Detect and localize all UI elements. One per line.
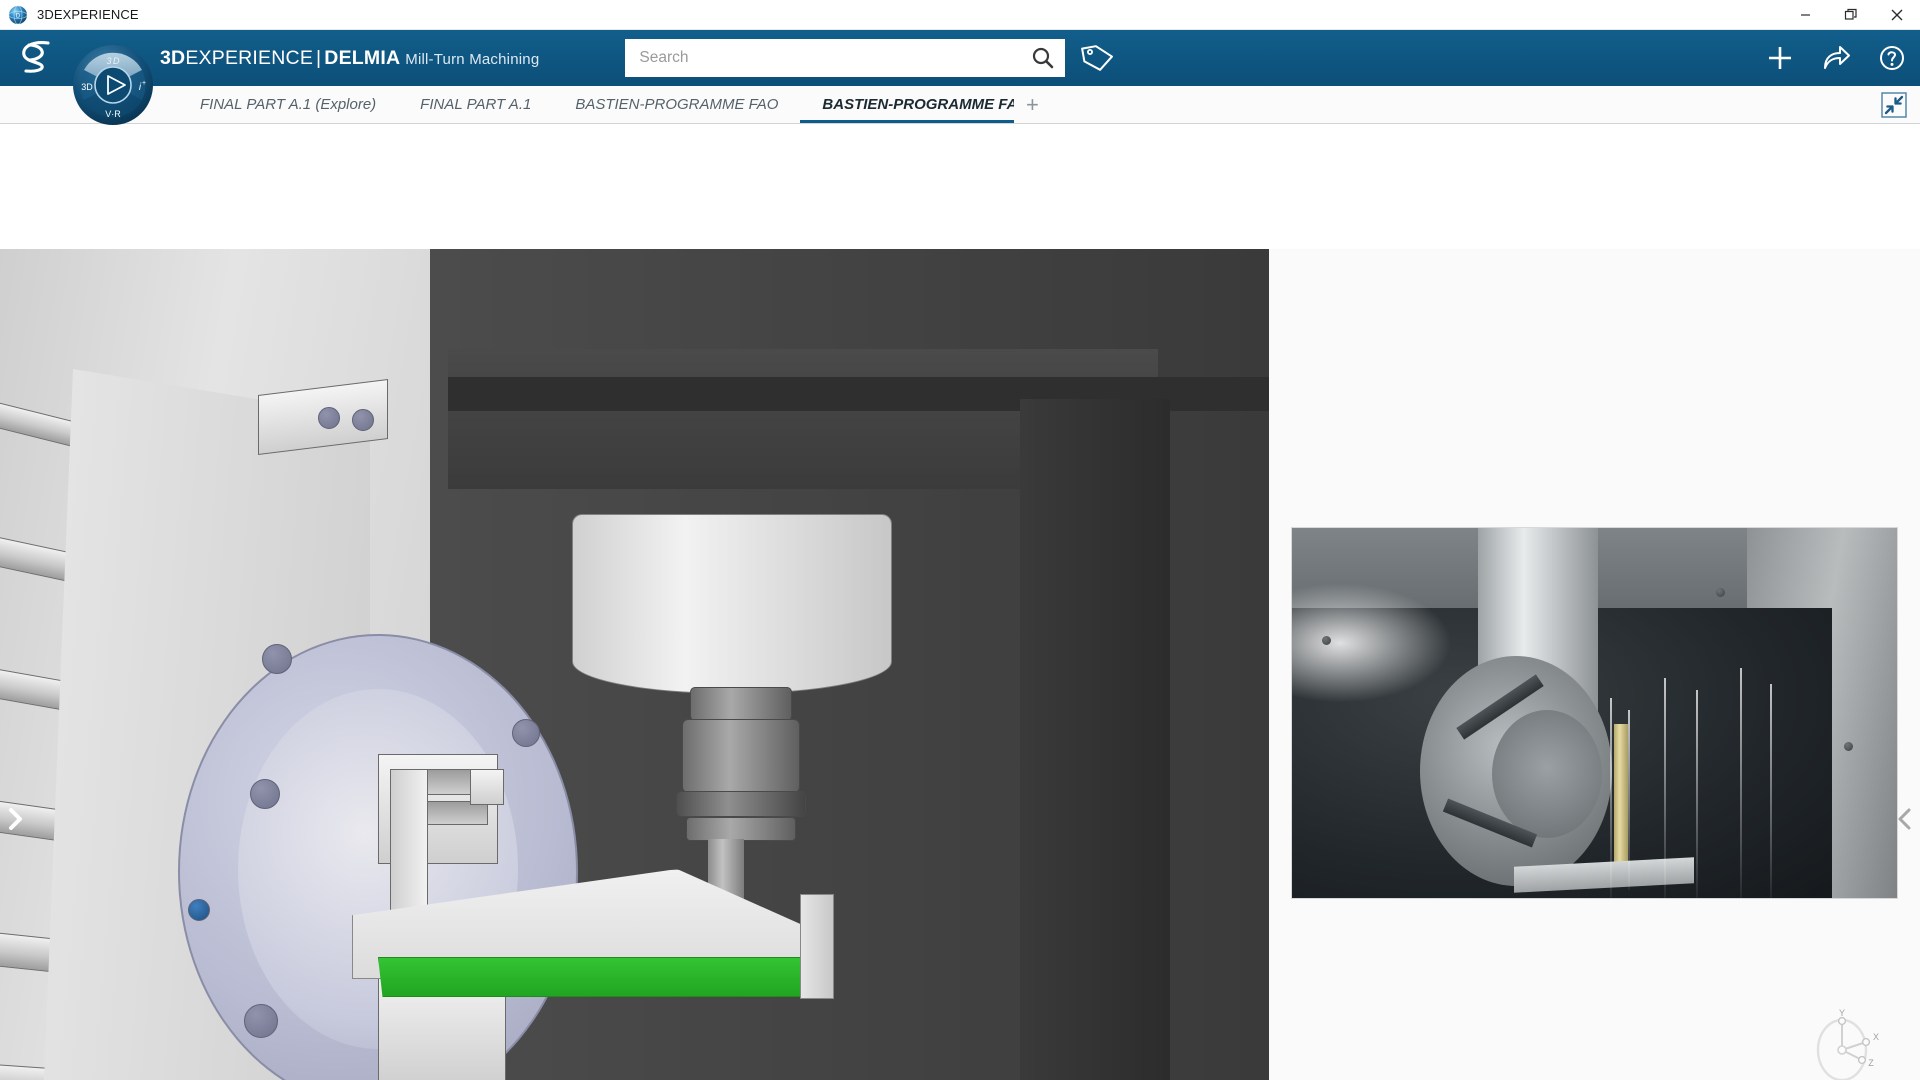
add-button[interactable]	[1752, 30, 1808, 86]
video-side-panel: Y X Z	[1269, 249, 1920, 1080]
tool-holder	[682, 719, 800, 793]
brand-experience: EXPERIENCE	[185, 46, 314, 69]
video-light-glare	[1292, 583, 1452, 703]
brand-app-name: Mill-Turn Machining	[405, 50, 540, 68]
3dexperience-globe-icon: D	[8, 5, 28, 25]
3dexperience-compass[interactable]: 3 D 3D i + V·R	[72, 44, 154, 126]
chuck-bolt	[512, 719, 540, 747]
search-input[interactable]	[625, 39, 1022, 77]
svg-text:+: +	[142, 80, 146, 87]
tab-label: BASTIEN-PROGRAMME FAO	[575, 96, 779, 113]
chuck-marker	[188, 899, 210, 921]
main-content: Y X Z Simulation	[0, 124, 1920, 1080]
restore-icon[interactable]	[1828, 0, 1874, 30]
chuck-bolt	[244, 1004, 278, 1038]
svg-text:3 D: 3 D	[106, 56, 120, 66]
workpiece-edge	[800, 894, 834, 999]
application-header-bar: 3 D 3D i + V·R 3DEXPERIENCE | DELMIA Mill-T…	[0, 30, 1920, 125]
add-tab-button[interactable]: +	[1014, 86, 1050, 123]
chuck-bolt	[250, 779, 280, 809]
tool-holder-collar	[686, 817, 796, 841]
axis-triad-icon: Y X Z	[1812, 1008, 1884, 1080]
machine-bolt	[318, 407, 340, 429]
tabbar-spacer	[1050, 86, 1868, 123]
video-coolant-stream	[1664, 678, 1666, 898]
video-chuck-face	[1492, 710, 1602, 838]
svg-text:Y: Y	[1839, 1008, 1845, 1018]
brand-title: 3DEXPERIENCE | DELMIA Mill-Turn Machining	[160, 47, 539, 70]
tag-icon[interactable]	[1071, 30, 1125, 86]
dassault-systemes-logo[interactable]	[10, 38, 68, 78]
brand-suite: DELMIA	[324, 46, 401, 69]
tab-bastien-programme-fa-active[interactable]: BASTIEN-PROGRAMME FA	[800, 86, 1015, 123]
tab-label: FINAL PART A.1 (Explore)	[200, 96, 377, 113]
machine-column	[1020, 399, 1170, 1080]
document-tab-bar: FINAL PART A.1 (Explore) FINAL PART A.1 …	[0, 86, 1920, 124]
close-icon[interactable]	[1874, 0, 1920, 30]
video-cutting-tool	[1614, 724, 1628, 874]
minimize-icon[interactable]	[1782, 0, 1828, 30]
workpiece-stock-green[interactable]	[378, 957, 828, 997]
workspace-stage: Y X Z	[0, 249, 1920, 1080]
svg-text:V·R: V·R	[105, 109, 121, 119]
video-coolant-stream	[1628, 710, 1630, 890]
video-screw	[1716, 588, 1725, 597]
collapse-arrows-icon[interactable]	[1868, 86, 1920, 123]
brand-3d: 3D	[160, 46, 186, 69]
chevron-left-icon[interactable]	[1892, 799, 1918, 839]
tab-label: FINAL PART A.1	[420, 96, 532, 113]
tab-final-part-explore[interactable]: FINAL PART A.1 (Explore)	[178, 86, 398, 123]
video-screw	[1844, 742, 1853, 751]
search-box[interactable]	[625, 39, 1066, 77]
video-coolant-stream	[1770, 684, 1772, 898]
tab-label: BASTIEN-PROGRAMME FA	[822, 96, 1015, 113]
svg-text:3D: 3D	[81, 82, 93, 92]
video-coolant-stream	[1696, 690, 1698, 898]
window-titlebar: D 3DEXPERIENCE	[0, 0, 1920, 30]
tool-holder-collar	[676, 791, 806, 817]
chuck-bolt	[262, 644, 292, 674]
chevron-right-icon[interactable]	[2, 799, 28, 839]
vise-screw-block	[470, 769, 504, 805]
video-coolant-stream	[1610, 698, 1612, 898]
spindle-ring	[690, 687, 792, 721]
help-question-icon[interactable]	[1864, 30, 1920, 86]
share-arrow-icon[interactable]	[1808, 30, 1864, 86]
video-screw	[1322, 636, 1331, 645]
machining-video-still[interactable]	[1291, 527, 1898, 899]
spindle-housing	[572, 514, 892, 694]
svg-text:D: D	[16, 13, 21, 19]
svg-text:X: X	[1873, 1032, 1879, 1042]
window-title: 3DEXPERIENCE	[37, 7, 139, 22]
svg-text:Z: Z	[1868, 1058, 1874, 1068]
tab-final-part[interactable]: FINAL PART A.1	[398, 86, 553, 123]
machine-bolt	[352, 409, 374, 431]
brand-separator: |	[316, 46, 322, 69]
search-icon[interactable]	[1021, 39, 1065, 77]
vise-body	[390, 769, 428, 919]
video-coolant-stream	[1740, 668, 1742, 898]
tab-bastien-programme-fao[interactable]: BASTIEN-PROGRAMME FAO	[553, 86, 800, 123]
3d-viewport[interactable]	[0, 249, 1269, 1080]
